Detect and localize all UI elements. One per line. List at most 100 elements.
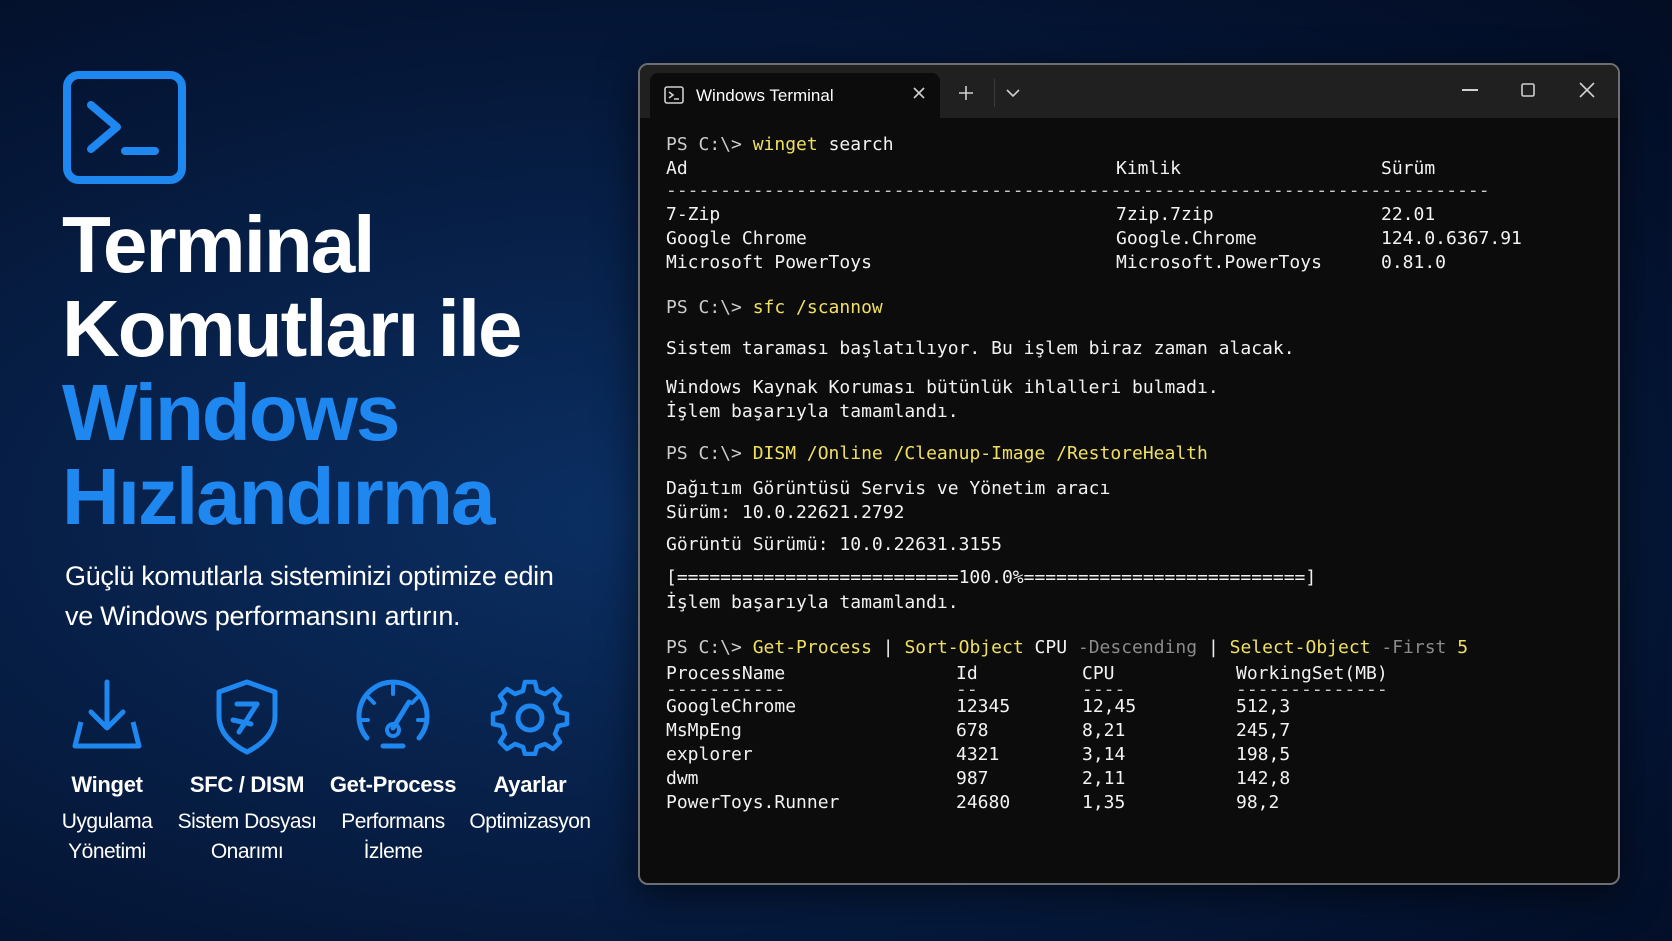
table-row: PowerToys.Runner 24680 1,35 98,2 xyxy=(666,791,1279,815)
feature-title: Get-Process xyxy=(329,772,457,797)
speedometer-icon xyxy=(356,679,430,749)
cell-id: 7zip.7zip xyxy=(1116,204,1214,225)
winget-header-row: Ad Kimlik Sürüm xyxy=(666,157,1435,181)
cell-version: 0.81.0 xyxy=(1381,252,1447,273)
command: sfc /scannow xyxy=(752,297,883,318)
feature-desc-line: Performans xyxy=(341,810,445,833)
maximize-icon[interactable] xyxy=(1521,83,1535,97)
table-row: MsMpEng 678 8,21 245,7 xyxy=(666,719,1290,743)
prompt: PS C:\> xyxy=(666,134,742,155)
plus-icon[interactable] xyxy=(958,85,974,101)
close-icon[interactable] xyxy=(912,86,926,100)
cell-version: 124.0.6367.91 xyxy=(1381,228,1522,249)
prompt: PS C:\> xyxy=(666,443,742,464)
prompt: PS C:\> xyxy=(666,297,742,318)
cell-id: Google.Chrome xyxy=(1116,228,1257,249)
title-line-2: Komutları ile xyxy=(62,284,523,373)
title-bar: Windows Terminal xyxy=(640,65,1618,118)
table-row: 7-Zip 7zip.7zip 22.01 xyxy=(666,203,1435,227)
cell-workingset: 98,2 xyxy=(1236,792,1280,813)
command-line-get-process: PS C:\> Get-Process | Sort-Object CPU -D… xyxy=(666,636,1468,660)
output-line: Sürüm: 10.0.22621.2792 xyxy=(666,502,905,523)
feature-get-process: Get-Process Performans İzleme xyxy=(313,676,473,867)
prompt: PS C:\> xyxy=(666,637,742,658)
cell-cpu: 1,35 xyxy=(1082,792,1126,813)
cmdlet: Select-Object xyxy=(1229,637,1371,658)
cell-name: 7-Zip xyxy=(666,204,721,225)
subtitle-line-2: ve Windows performansını artırın. xyxy=(65,601,461,631)
cell-processname: GoogleChrome xyxy=(666,696,797,717)
cell-id: Microsoft.PowerToys xyxy=(1116,252,1322,273)
tab-windows-terminal[interactable]: Windows Terminal xyxy=(650,73,940,118)
feature-desc-line: Optimizasyon xyxy=(469,810,591,833)
cmdlet: Sort-Object xyxy=(904,637,1024,658)
tab-title: Windows Terminal xyxy=(696,86,834,105)
tab-separator xyxy=(994,79,995,107)
header-ad: Ad xyxy=(666,158,688,179)
cell-id: 24680 xyxy=(956,792,1011,813)
feature-desc: Uygulama Yönetimi xyxy=(27,807,187,867)
terminal-tab-icon xyxy=(664,86,684,104)
gear-icon xyxy=(490,679,570,756)
table-row: dwm 987 2,11 142,8 xyxy=(666,767,1290,791)
command-line-dism: PS C:\> DISM /Online /Cleanup-Image /Res… xyxy=(666,442,1208,466)
table-row: explorer 4321 3,14 198,5 xyxy=(666,743,1290,767)
argument: 5 xyxy=(1457,637,1469,658)
cell-id: 12345 xyxy=(956,696,1011,717)
output-line: Görüntü Sürümü: 10.0.22631.3155 xyxy=(666,534,1002,555)
argument: CPU xyxy=(1034,637,1068,658)
cmdlet: Get-Process xyxy=(752,637,872,658)
command: DISM /Online /Cleanup-Image /RestoreHeal… xyxy=(752,443,1208,464)
cell-workingset: 245,7 xyxy=(1236,720,1291,741)
output-line: İşlem başarıyla tamamlandı. xyxy=(666,401,959,422)
feature-ayarlar: Ayarlar Optimizasyon xyxy=(450,676,610,837)
title-line-1: Terminal xyxy=(62,200,375,289)
subtitle-line-1: Güçlü komutlarla sisteminizi optimize ed… xyxy=(65,561,554,591)
cell-processname: explorer xyxy=(666,744,753,765)
output-line: İşlem başarıyla tamamlandı. xyxy=(666,592,959,613)
terminal-output[interactable]: PS C:\> winget search Ad Kimlik Sürüm --… xyxy=(666,133,1606,826)
feature-desc-line: İzleme xyxy=(363,840,423,863)
cell-id: 678 xyxy=(956,720,989,741)
feature-desc: Sistem Dosyası Onarımı xyxy=(167,807,327,867)
command-line-sfc: PS C:\> sfc /scannow xyxy=(666,296,883,320)
pipe: | xyxy=(1207,637,1219,658)
output-line: Dağıtım Görüntüsü Servis ve Yönetim arac… xyxy=(666,478,1111,499)
pipe: | xyxy=(882,637,894,658)
command-line-winget: PS C:\> winget search xyxy=(666,133,894,157)
cell-id: 987 xyxy=(956,768,989,789)
table-row: GoogleChrome 12345 12,45 512,3 xyxy=(666,695,1290,719)
header-kimlik: Kimlik xyxy=(1116,158,1182,179)
cell-name: Google Chrome xyxy=(666,228,807,249)
cell-workingset: 198,5 xyxy=(1236,744,1291,765)
output-line: Windows Kaynak Koruması bütünlük ihlalle… xyxy=(666,377,1219,398)
cell-cpu: 8,21 xyxy=(1082,720,1126,741)
subtitle: Güçlü komutlarla sisteminizi optimize ed… xyxy=(65,556,625,636)
cell-processname: dwm xyxy=(666,768,699,789)
command: winget xyxy=(752,134,818,155)
window-close-icon[interactable] xyxy=(1579,82,1595,98)
shield-icon xyxy=(216,679,278,755)
cell-cpu: 2,11 xyxy=(1082,768,1126,789)
cell-id: 4321 xyxy=(956,744,1000,765)
table-row: Google Chrome Google.Chrome 124.0.6367.9… xyxy=(666,227,1522,251)
title-line-3: Windows xyxy=(62,368,400,457)
feature-desc-line: Yönetimi xyxy=(68,840,146,863)
terminal-window: Windows Terminal PS C:\> winget search A… xyxy=(638,63,1620,885)
title-line-4: Hızlandırma xyxy=(62,452,495,541)
cell-cpu: 12,45 xyxy=(1082,696,1137,717)
cell-processname: MsMpEng xyxy=(666,720,742,741)
feature-sfc-dism: SFC / DISM Sistem Dosyası Onarımı xyxy=(167,676,327,867)
cell-name: Microsoft PowerToys xyxy=(666,252,872,273)
winget-separator: ----------------------------------------… xyxy=(666,180,1490,201)
feature-desc: Optimizasyon xyxy=(450,807,610,837)
cell-cpu: 3,14 xyxy=(1082,744,1126,765)
chevron-down-icon[interactable] xyxy=(1006,89,1020,98)
feature-title: Ayarlar xyxy=(493,772,567,797)
feature-desc-line: Uygulama xyxy=(61,810,153,833)
feature-title: Winget xyxy=(71,772,143,797)
parameter: -First xyxy=(1381,637,1447,658)
table-row: Microsoft PowerToys Microsoft.PowerToys … xyxy=(666,251,1446,275)
cell-processname: PowerToys.Runner xyxy=(666,792,840,813)
minimize-icon[interactable] xyxy=(1462,89,1478,91)
